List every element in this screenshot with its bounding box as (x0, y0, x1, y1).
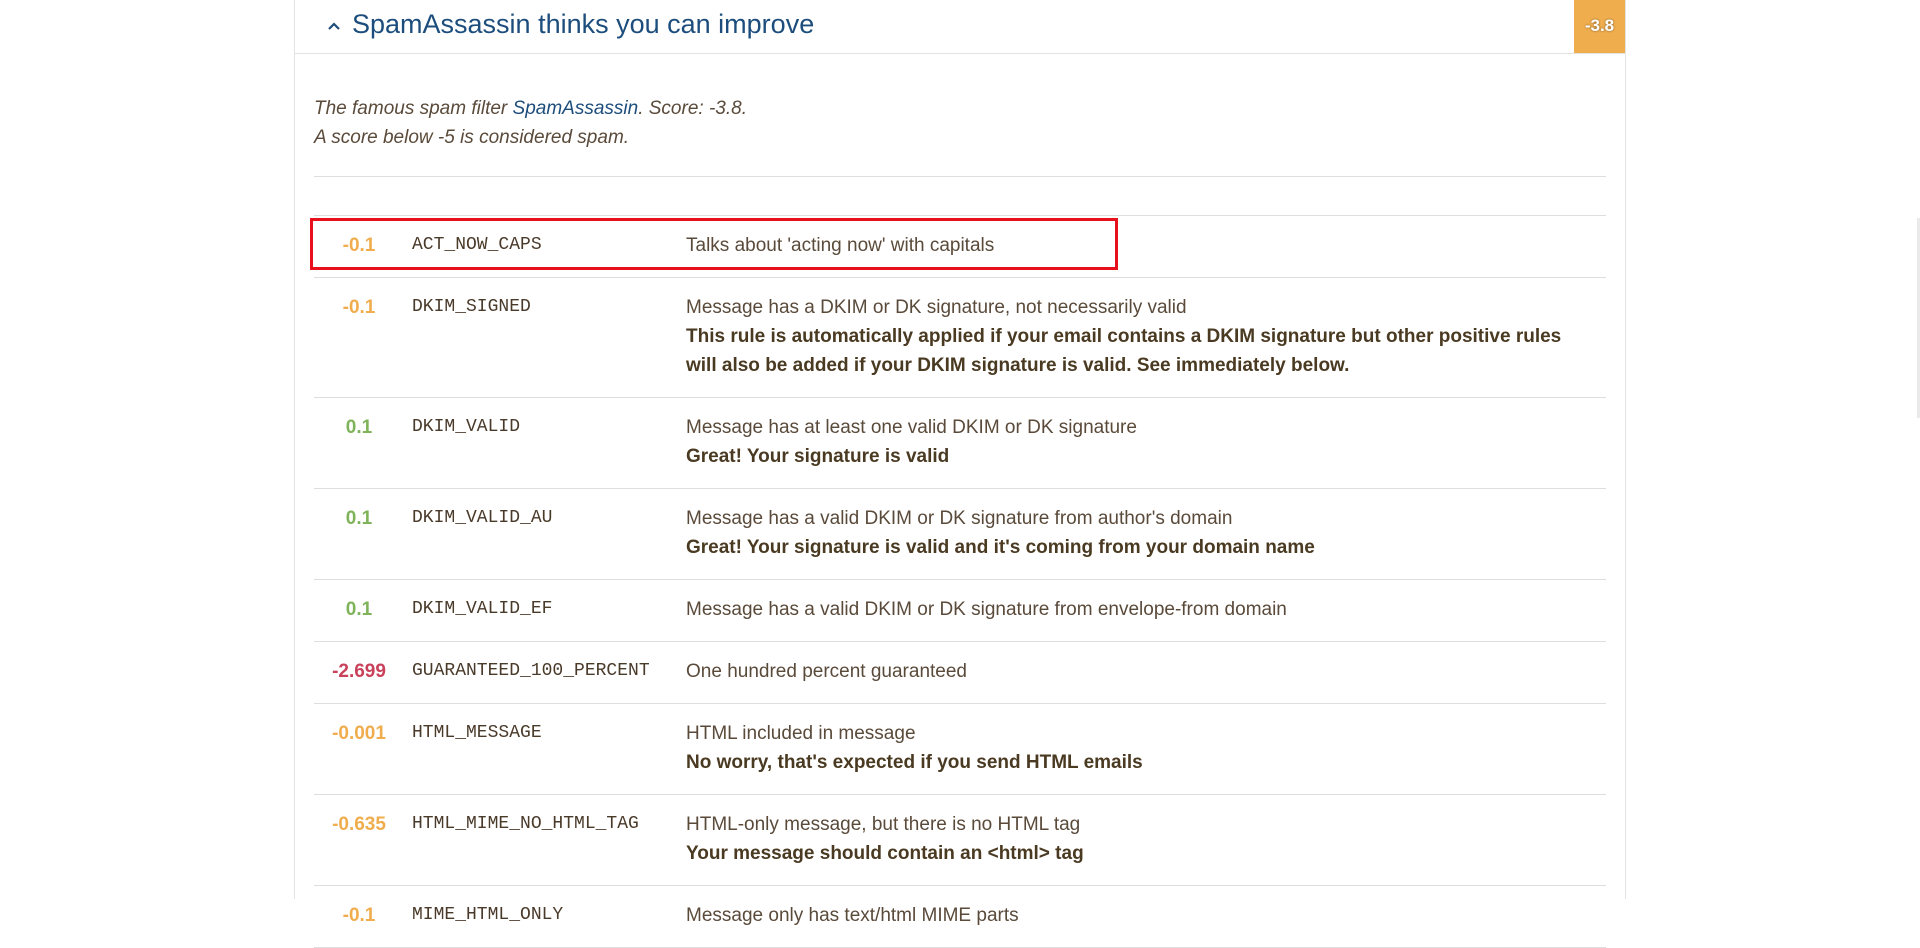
rule-name: MIME_HTML_ONLY (412, 905, 564, 925)
rule-score: 0.1 (345, 508, 373, 529)
rule-description: Talks about 'acting now' with capitals (686, 231, 1606, 260)
rule-score: 0.1 (345, 417, 373, 438)
rule-description: One hundred percent guaranteed (686, 657, 1606, 686)
panel-title[interactable]: SpamAssassin thinks you can improve (352, 9, 814, 40)
chevron-up-icon[interactable] (323, 11, 345, 41)
spamassassin-link[interactable]: SpamAssassin (513, 98, 639, 119)
rule-description-text: Talks about 'acting now' with capitals (686, 235, 995, 256)
rule-name: HTML_MESSAGE (412, 723, 542, 743)
rule-row: -0.635 HTML_MIME_NO_HTML_TAG HTML-only mes… (314, 795, 1606, 886)
rule-name: HTML_MIME_NO_HTML_TAG (412, 814, 639, 834)
rule-row: -0.1 ACT_NOW_CAPS Talks about 'acting now'… (310, 216, 1606, 278)
rule-description-text: Message has a valid DKIM or DK signature… (686, 599, 1287, 620)
rule-description: Message only has text/html MIME parts (686, 901, 1606, 930)
rule-description-text: Message has at least one valid DKIM or D… (686, 417, 1137, 438)
intro-suffix: . Score: -3.8. (638, 98, 747, 119)
spamassassin-panel: SpamAssassin thinks you can improve -3.8… (294, 0, 1626, 948)
rule-score: -0.1 (342, 297, 376, 318)
rule-row: 0.1 DKIM_VALID_EF Message has a valid DKIM… (314, 580, 1606, 642)
rule-score: -0.635 (332, 814, 386, 835)
rule-description: HTML included in message No worry, that's… (686, 719, 1606, 777)
intro-prefix: The famous spam filter (314, 98, 513, 119)
rule-name: DKIM_VALID_EF (412, 599, 553, 619)
rule-name: GUARANTEED_100_PERCENT (412, 661, 650, 681)
panel-body: The famous spam filter SpamAssassin. Sco… (295, 54, 1625, 948)
rule-name: DKIM_VALID (412, 417, 521, 437)
rule-score: -0.001 (332, 723, 386, 744)
rule-description-text: HTML included in message (686, 723, 916, 744)
rule-row: 0.1 DKIM_VALID Message has at least one va… (314, 398, 1606, 489)
rule-note: This rule is automatically applied if yo… (686, 326, 1562, 376)
rule-row: -0.1 MIME_HTML_ONLY Message only has text/… (314, 886, 1606, 948)
rules-table: -0.1 ACT_NOW_CAPS Talks about 'acting now'… (310, 215, 1606, 948)
rule-description: HTML-only message, but there is no HTML … (686, 810, 1606, 868)
rule-name: DKIM_VALID_AU (412, 508, 553, 528)
rule-score: 0.1 (345, 599, 373, 620)
rule-name: DKIM_SIGNED (412, 297, 531, 317)
rule-description-text: Message only has text/html MIME parts (686, 905, 1019, 926)
intro-text: The famous spam filter SpamAssassin. Sco… (314, 54, 1606, 152)
rule-note: Your message should contain an <html> ta… (686, 843, 1084, 864)
rule-note: Great! Your signature is valid and it's … (686, 537, 1315, 558)
score-badge: -3.8 (1574, 0, 1625, 53)
rule-description-text: HTML-only message, but there is no HTML … (686, 814, 1081, 835)
rule-description-text: Message has a DKIM or DK signature, not … (686, 297, 1187, 318)
rule-row: -2.699 GUARANTEED_100_PERCENT One hundred … (314, 642, 1606, 704)
rule-description: Message has at least one valid DKIM or D… (686, 413, 1606, 471)
rule-note: No worry, that's expected if you send HT… (686, 752, 1143, 773)
rule-score: -0.1 (342, 905, 376, 926)
intro-line2: A score below -5 is considered spam. (314, 127, 630, 148)
rule-description: Message has a valid DKIM or DK signature… (686, 595, 1606, 624)
rule-description: Message has a DKIM or DK signature, not … (686, 293, 1606, 380)
rule-row: -0.001 HTML_MESSAGE HTML included in messa… (314, 704, 1606, 795)
rule-score: -0.1 (342, 235, 376, 256)
rule-row: -0.1 DKIM_SIGNED Message has a DKIM or DK … (314, 278, 1606, 398)
rule-name: ACT_NOW_CAPS (412, 235, 542, 255)
rule-note: Great! Your signature is valid (686, 446, 950, 467)
rule-description-text: Message has a valid DKIM or DK signature… (686, 508, 1233, 529)
divider (314, 176, 1606, 177)
rule-description: Message has a valid DKIM or DK signature… (686, 504, 1606, 562)
rule-description-text: One hundred percent guaranteed (686, 661, 967, 682)
rule-score: -2.699 (332, 661, 386, 682)
rule-row: 0.1 DKIM_VALID_AU Message has a valid DKIM… (314, 489, 1606, 580)
panel-header[interactable]: SpamAssassin thinks you can improve -3.8 (295, 0, 1625, 54)
